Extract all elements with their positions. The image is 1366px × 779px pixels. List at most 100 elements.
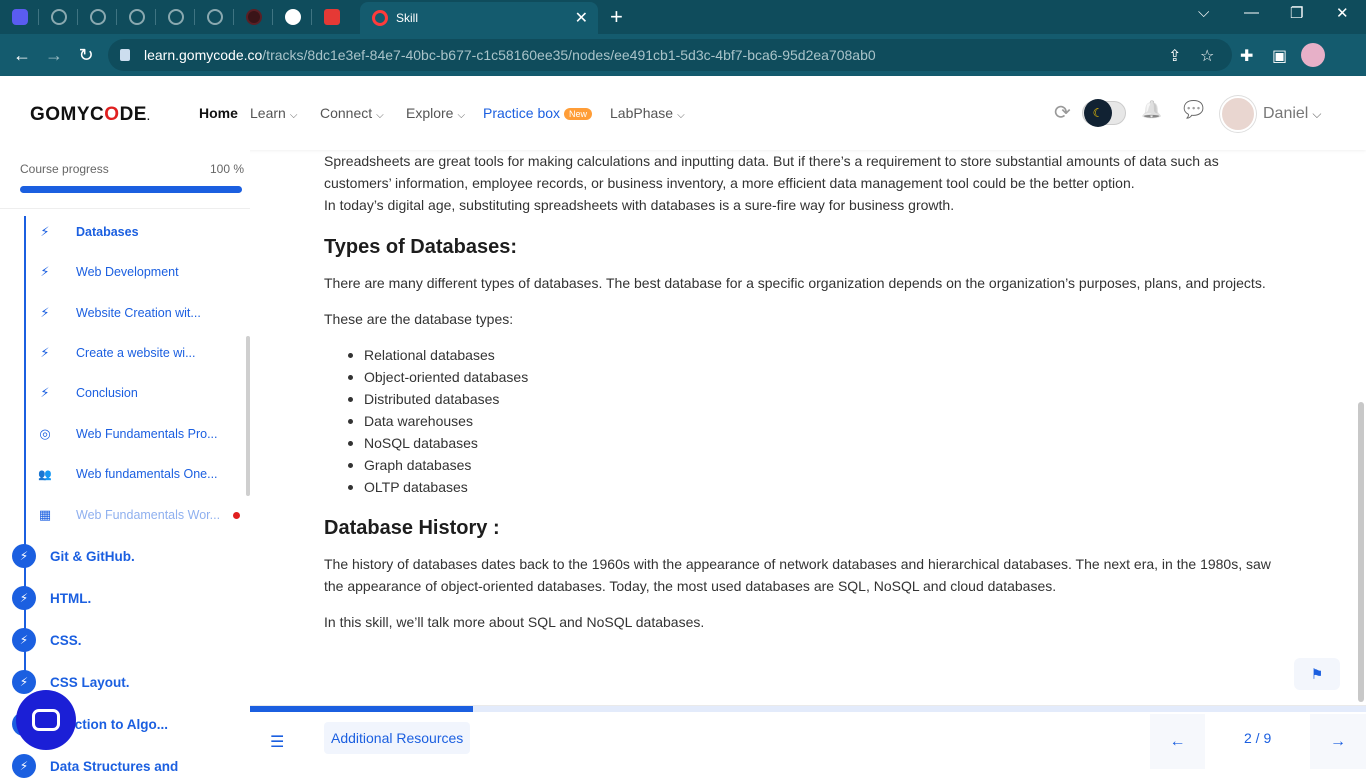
sidebar-item-databases[interactable]: ⚡ Databases — [38, 220, 238, 244]
closing-paragraph: In this skill, we’ll talk more about SQL… — [324, 614, 705, 630]
chevron-down-icon: ⌵ — [1312, 107, 1322, 121]
background-tab[interactable] — [273, 0, 312, 34]
globe-icon — [50, 9, 67, 25]
sidebar-item-web-fundamentals-project[interactable]: ◎ Web Fundamentals Pro... — [38, 422, 238, 446]
list-item: Relational databases — [346, 344, 528, 366]
close-tab-icon[interactable]: ✕ — [575, 8, 588, 28]
globe-icon — [206, 9, 223, 25]
sidebar-item-label: Conclusion — [76, 386, 138, 400]
globe-icon — [128, 9, 145, 25]
list-item: NoSQL databases — [346, 432, 528, 454]
back-button[interactable]: ← — [6, 39, 38, 71]
dark-mode-toggle[interactable]: ☾ — [1082, 99, 1126, 127]
report-flag-button[interactable]: ⚑ — [1294, 658, 1340, 690]
bolt-icon: ⚡ — [12, 586, 36, 610]
sidebar-item-label: Web Development — [76, 265, 179, 279]
table-of-contents-icon[interactable]: ☰ — [270, 732, 284, 752]
restore-button[interactable]: ❐ — [1290, 4, 1303, 22]
list-item: Distributed databases — [346, 388, 528, 410]
messages-icon[interactable]: 💬 — [1183, 100, 1204, 120]
bolt-icon: ⚡ — [12, 628, 36, 652]
google-icon — [284, 9, 301, 25]
bell-icon[interactable]: 🔔 — [1141, 100, 1162, 120]
list-item: OLTP databases — [346, 476, 528, 498]
forward-button[interactable]: → — [38, 39, 70, 71]
address-bar[interactable]: learn.gomycode.co/tracks/8dc1e3ef-84e7-4… — [108, 39, 1232, 71]
sidebar-item-create-website[interactable]: ⚡ Create a website wi... — [38, 341, 238, 365]
active-tab-title: Skill — [396, 11, 419, 25]
bolt-icon: ⚡ — [40, 305, 50, 320]
section-data-structures[interactable]: ⚡ Data Structures and — [12, 753, 178, 779]
course-progress-bar — [20, 186, 242, 193]
bolt-icon: ⚡ — [40, 345, 50, 360]
user-avatar[interactable] — [1220, 96, 1256, 132]
close-window-button[interactable]: ✕ — [1336, 4, 1349, 22]
nav-labphase[interactable]: LabPhase ⌵ — [610, 105, 685, 121]
sidebar-item-conclusion[interactable]: ⚡ Conclusion — [38, 381, 238, 405]
sidebar-item-label: Databases — [76, 225, 139, 239]
sidebar-item-website-creation[interactable]: ⚡ Website Creation wit... — [38, 301, 238, 325]
user-menu[interactable]: Daniel ⌵ — [1263, 105, 1321, 123]
nav-home[interactable]: Home — [199, 105, 238, 121]
bolt-icon: ⚡ — [40, 224, 50, 239]
sync-icon[interactable]: ⟳ — [1054, 100, 1071, 125]
side-panel-icon[interactable]: ▣ — [1272, 46, 1287, 66]
section-css[interactable]: ⚡ CSS. — [12, 627, 82, 653]
nav-practice-box[interactable]: Practice box New — [483, 105, 593, 121]
section-html[interactable]: ⚡ HTML. — [12, 585, 91, 611]
sidebar-item-web-fundamentals-one[interactable]: 👥 Web fundamentals One... — [38, 462, 238, 486]
sidebar-item-web-development[interactable]: ⚡ Web Development — [38, 260, 238, 284]
nav-connect[interactable]: Connect ⌵ — [320, 105, 384, 121]
browser-toolbar: ← → ↻ learn.gomycode.co/tracks/8dc1e3ef-… — [0, 34, 1366, 76]
globe-icon — [89, 9, 106, 25]
previous-page-button[interactable]: ← — [1150, 714, 1205, 769]
gomycode-logo[interactable]: GOMYCODE. — [30, 104, 150, 126]
sidebar-item-label: Web Fundamentals Pro... — [76, 427, 218, 441]
chevron-down-icon: ⌵ — [457, 110, 466, 121]
list-item: Graph databases — [346, 454, 528, 476]
globe-icon — [167, 9, 184, 25]
active-tab[interactable]: Skill ✕ — [360, 2, 598, 34]
background-tab[interactable] — [234, 0, 273, 34]
sidebar-scrollbar[interactable] — [246, 336, 250, 496]
notification-dot — [233, 512, 240, 519]
sidebar-item-web-fundamentals-workshop[interactable]: ▦ Web Fundamentals Wor... — [38, 503, 238, 527]
intro-paragraph: Spreadsheets are great tools for making … — [324, 153, 1219, 191]
course-progress-fill — [20, 186, 242, 193]
support-chat-button[interactable] — [16, 690, 76, 750]
sidebar-item-label: Web fundamentals One... — [76, 467, 218, 481]
browser-profile-avatar[interactable] — [1301, 43, 1325, 67]
minimize-button[interactable]: — — [1244, 4, 1259, 21]
page-scrollbar[interactable] — [1358, 402, 1364, 702]
types-paragraph: There are many different types of databa… — [324, 275, 1266, 291]
database-types-list: Relational databases Object-oriented dat… — [346, 344, 528, 498]
next-page-button[interactable]: → — [1310, 714, 1366, 769]
background-tab[interactable] — [39, 0, 78, 34]
new-tab-button[interactable]: + — [610, 4, 623, 30]
course-sidebar: Course progress 100 % ⚡ Databases ⚡ Web De… — [0, 150, 250, 778]
section-git-github[interactable]: ⚡ Git & GitHub. — [12, 543, 135, 569]
lesson-progress-fill — [250, 706, 474, 712]
reload-button[interactable]: ↻ — [70, 39, 102, 71]
background-tab[interactable] — [117, 0, 156, 34]
background-tab[interactable] — [312, 0, 351, 34]
new-badge: New — [564, 108, 593, 121]
section-label: Git & GitHub. — [50, 548, 135, 564]
bookmark-star-icon[interactable]: ☆ — [1200, 46, 1214, 66]
divider — [0, 208, 250, 209]
background-tab[interactable] — [156, 0, 195, 34]
pinned-tab[interactable] — [0, 0, 39, 34]
types-heading: Types of Databases: — [324, 236, 518, 258]
additional-resources-button[interactable]: Additional Resources — [324, 722, 471, 754]
share-icon[interactable]: ⇪ — [1168, 46, 1181, 66]
intro-paragraph-2: In today’s digital age, substituting spr… — [324, 197, 955, 213]
background-tab[interactable] — [195, 0, 234, 34]
tab-search-icon[interactable]: ⌵ — [1198, 4, 1209, 21]
section-css-layout[interactable]: ⚡ CSS Layout. — [12, 669, 130, 695]
nav-explore[interactable]: Explore ⌵ — [406, 105, 465, 121]
extensions-icon[interactable]: ✚ — [1240, 46, 1253, 66]
site-icon — [245, 9, 262, 25]
nav-learn[interactable]: Learn ⌵ — [250, 105, 297, 121]
chat-bubble-icon — [32, 709, 60, 731]
background-tab[interactable] — [78, 0, 117, 34]
